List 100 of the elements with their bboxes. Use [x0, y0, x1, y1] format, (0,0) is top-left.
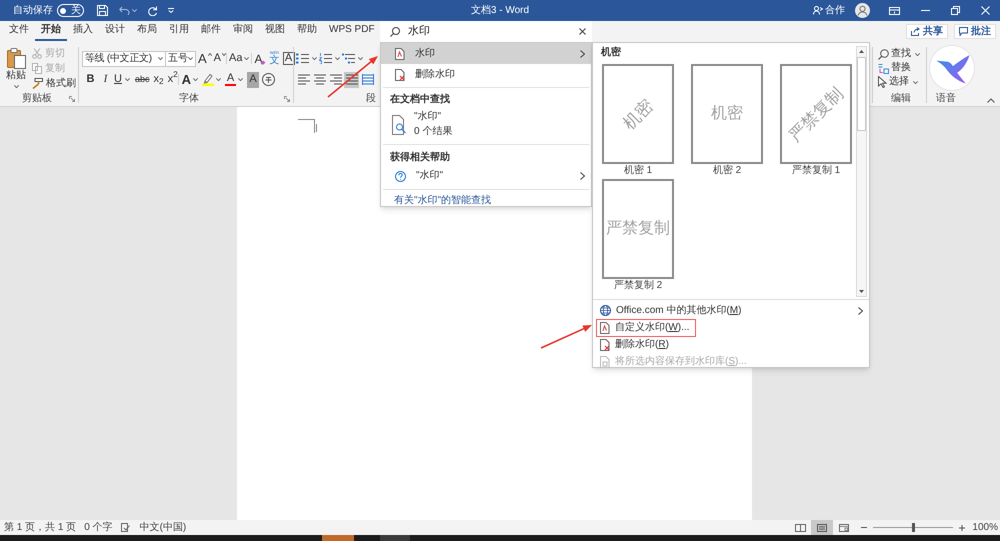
text-effects-button[interactable]: A	[182, 72, 198, 88]
chevron-right-icon	[580, 172, 585, 180]
ribbon-display-icon	[888, 6, 900, 14]
clipboard-icon	[6, 48, 26, 69]
ribbon-tab[interactable]: 插入	[67, 21, 99, 41]
replace-button[interactable]: 替换	[878, 61, 926, 75]
customize-toolbar-button[interactable]	[168, 8, 174, 13]
smart-lookup-link[interactable]: 有关"水印"的智能查找	[394, 196, 492, 206]
autosave-toggle[interactable]: 关	[57, 4, 84, 17]
search-result-item[interactable]: 水印	[381, 43, 591, 64]
proofing-icon	[120, 523, 130, 532]
coauthor-button[interactable]: 合作	[813, 6, 845, 16]
highlight-button[interactable]	[202, 72, 222, 88]
zoom-in-icon	[959, 524, 966, 530]
slider-thumb[interactable]	[912, 523, 916, 532]
align-center-icon	[314, 74, 326, 85]
watermark-menu-item[interactable]: 删除水印(R)	[593, 336, 869, 353]
redo-button[interactable]	[147, 6, 158, 16]
caret-icon	[358, 57, 363, 60]
ribbon-tab[interactable]: 视图	[259, 21, 291, 41]
enclose-characters-button[interactable]	[262, 72, 276, 88]
dialog-launcher-icon	[284, 96, 290, 102]
watermark-menu-item[interactable]: Office.com 中的其他水印(M)	[593, 302, 869, 319]
italic-button[interactable]: I	[99, 72, 112, 88]
share-button[interactable]: 共享	[906, 24, 948, 39]
gallery-scrollbar[interactable]	[856, 46, 867, 297]
watermark-option[interactable]: 严禁复制 严禁复制 1	[780, 64, 852, 176]
highlighter-icon	[202, 73, 214, 86]
bulleted-list-icon	[296, 53, 309, 64]
ribbon-tab[interactable]: 邮件	[195, 21, 227, 41]
ribbon-tab[interactable]: 布局	[131, 21, 163, 41]
group-label: 字体	[179, 94, 199, 104]
ribbon-tab[interactable]: 文件	[3, 21, 35, 41]
group-label: 段	[366, 94, 376, 104]
bullets-list-button[interactable]	[296, 50, 317, 66]
find-result-item[interactable]: "水印" 0 个结果	[381, 110, 591, 140]
watermark-page-icon	[600, 322, 610, 334]
watermark-page-icon	[395, 48, 405, 60]
avatar-icon	[855, 3, 870, 18]
multilevel-list-button[interactable]	[342, 50, 363, 66]
change-case-button[interactable]: Aa	[227, 50, 252, 66]
undo-button[interactable]	[119, 6, 137, 15]
character-shading-button[interactable]: A	[247, 72, 260, 88]
painter-button[interactable]: 格式刷	[32, 76, 76, 91]
grow-font-button[interactable]: A	[198, 50, 212, 66]
ribbon-tab[interactable]: 设计	[99, 21, 131, 41]
bird-logo-icon[interactable]	[929, 45, 975, 91]
dialog-launcher-button[interactable]	[284, 96, 290, 102]
collapse-ribbon-button[interactable]	[987, 98, 995, 103]
group-label: 编辑	[891, 94, 911, 104]
watermark-menu-item[interactable]: 自定义水印(W)...	[593, 319, 869, 336]
watermark-option[interactable]: 机密 机密 1	[602, 64, 674, 176]
dialog-launcher-button[interactable]	[69, 96, 75, 102]
font-name-field[interactable]: 等线 (中文正文)	[82, 50, 166, 66]
subscript-button[interactable]: x$_{2}$	[153, 72, 164, 88]
clear-search-button[interactable]	[579, 28, 586, 35]
watermark-option[interactable]: 机密 机密 2	[691, 64, 763, 176]
align-justify-icon	[346, 74, 358, 85]
select-button[interactable]: 选择	[878, 75, 926, 89]
ribbon-tab[interactable]: 引用	[163, 21, 195, 41]
align-distributed-button[interactable]	[360, 72, 375, 88]
watermark-text: 严禁复制	[606, 221, 670, 237]
caret-up-icon	[987, 98, 995, 103]
align-distributed-icon	[362, 74, 374, 85]
restore-icon	[950, 6, 960, 15]
numbers-list-button[interactable]	[319, 50, 340, 66]
globe-icon	[600, 305, 611, 316]
search-icon	[878, 48, 889, 60]
paste-button[interactable]: 粘贴	[0, 44, 32, 92]
comments-button[interactable]: 批注	[954, 24, 996, 39]
align-left-button[interactable]	[296, 72, 311, 88]
find-button[interactable]: 查找	[878, 47, 926, 61]
save-button[interactable]	[96, 4, 109, 17]
help-item[interactable]: "水印"	[381, 166, 591, 186]
group-label: 语音	[936, 94, 956, 104]
numbered-list-icon	[319, 53, 332, 64]
ribbon-tab[interactable]: WPS PDF	[323, 21, 381, 41]
print-view-button[interactable]	[811, 520, 834, 535]
align-right-button[interactable]	[328, 72, 343, 88]
shrink-font-button[interactable]: A	[214, 50, 226, 66]
caret-icon	[188, 57, 193, 60]
share-icon	[911, 27, 920, 36]
strikethrough-button[interactable]: abc	[134, 72, 150, 88]
caret-up-icon	[208, 52, 212, 56]
font-size-field[interactable]: 五号	[166, 50, 196, 66]
watermark-option-label: 严禁复制 2	[614, 281, 662, 291]
search-field[interactable]: 水印	[380, 21, 592, 42]
underline-button[interactable]: U	[114, 72, 130, 88]
search-result-item[interactable]: 删除水印	[381, 64, 591, 85]
watermark-option[interactable]: 严禁复制 严禁复制 2	[602, 179, 674, 291]
superscript-button[interactable]: x$^{2}$	[168, 72, 178, 88]
caret-icon	[193, 78, 198, 81]
ribbon-tab[interactable]: 审阅	[227, 21, 259, 41]
font-color-glyph: A	[226, 72, 234, 84]
ribbon-tab[interactable]: 帮助	[291, 21, 323, 41]
scrollbar-thumb[interactable]	[857, 57, 866, 131]
align-center-button[interactable]	[312, 72, 327, 88]
font-color-button[interactable]: A	[225, 72, 244, 88]
gallery-heading: 机密	[601, 48, 622, 58]
bold-button[interactable]: B	[84, 72, 97, 88]
